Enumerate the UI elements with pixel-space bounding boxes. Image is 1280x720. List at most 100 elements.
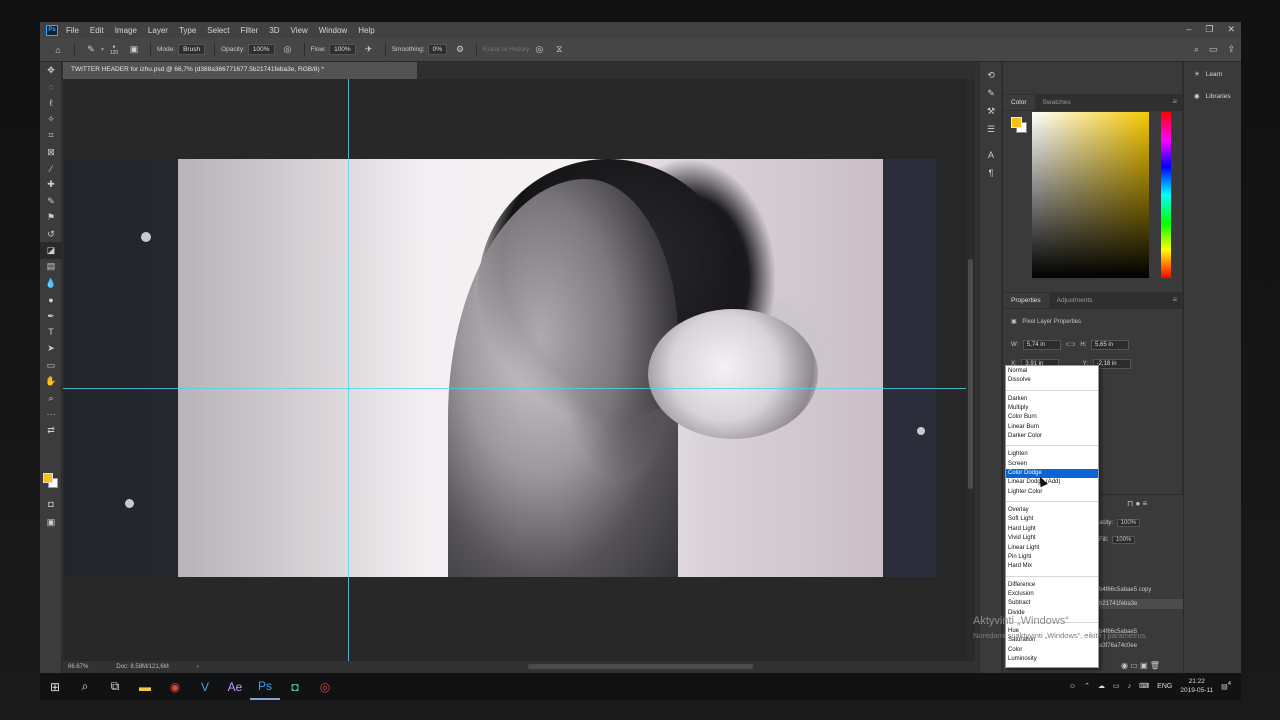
frame-tool-icon[interactable]: ⊠ (40, 144, 62, 160)
character-panel-icon[interactable]: A (980, 146, 1002, 164)
menu-select[interactable]: Select (207, 26, 229, 35)
blend-mode-option[interactable]: Linear Dodge (Add) (1006, 478, 1098, 487)
stamp-tool-icon[interactable]: ⚑ (40, 210, 62, 226)
panel-menu-icon[interactable]: ≡ (1172, 295, 1177, 304)
eraser-tool-icon[interactable]: ◪ (40, 242, 62, 259)
hue-slider[interactable] (1161, 112, 1171, 278)
blend-mode-option[interactable]: Darker Color (1006, 432, 1098, 441)
dodge-tool-icon[interactable]: ● (40, 291, 62, 307)
libraries-item[interactable]: ◉ Libraries (1184, 84, 1241, 106)
swap-colors-icon[interactable]: ⇄ (40, 423, 62, 439)
share-icon[interactable]: ⇪ (1227, 44, 1235, 55)
layer-filter-icons[interactable]: ⊓ ● ≡ (1127, 499, 1147, 508)
gear-icon[interactable]: ⚙ (454, 44, 466, 56)
notifications-icon[interactable]: ▤4 (1221, 681, 1231, 690)
network-icon[interactable]: ▭ (1113, 682, 1120, 690)
file-explorer-icon[interactable]: ▬ (130, 673, 160, 700)
brush-preset-icon[interactable]: ● 120 (108, 44, 120, 56)
healing-tool-icon[interactable]: ✚ (40, 177, 62, 193)
pen-tool-icon[interactable]: ✒ (40, 308, 62, 324)
symmetry-icon[interactable]: ⧖ (553, 44, 565, 56)
layer-row[interactable]: a3f76a74c0ee (1099, 643, 1137, 649)
restore-icon[interactable]: ❐ (1205, 24, 1213, 35)
keyboard-icon[interactable]: ⌨ (1139, 682, 1149, 690)
tab-swatches[interactable]: Swatches (1035, 95, 1079, 110)
blend-mode-option[interactable]: Multiply (1006, 404, 1098, 413)
menu-edit[interactable]: Edit (90, 26, 104, 35)
eyedropper-tool-icon[interactable]: ⁄ (40, 160, 62, 176)
mode-select[interactable]: Brush (178, 44, 206, 55)
blend-mode-option[interactable]: Screen (1006, 460, 1098, 469)
move-tool-icon[interactable]: ✥ (40, 62, 62, 78)
menu-window[interactable]: Window (319, 26, 347, 35)
blend-mode-option[interactable]: Color Burn (1006, 413, 1098, 422)
close-icon[interactable]: ✕ (1227, 24, 1235, 35)
cloud-icon[interactable]: ☁ (1098, 682, 1105, 690)
blend-mode-option[interactable]: Hard Mix (1006, 562, 1098, 571)
canvas-area[interactable] (63, 79, 966, 661)
smoothing-field[interactable]: 0% (427, 44, 447, 55)
link-icon[interactable]: ⊂⊃ (1066, 342, 1076, 348)
brush-panel-icon[interactable]: ▣ (128, 44, 140, 56)
artboard[interactable] (64, 159, 936, 577)
blend-mode-option[interactable]: Hard Light (1006, 525, 1098, 534)
blend-mode-option[interactable]: Exclusion (1006, 590, 1098, 599)
opacity-field[interactable]: 100% (247, 44, 275, 55)
menu-help[interactable]: Help (358, 26, 374, 35)
blend-mode-option[interactable]: Lighter Color (1006, 488, 1098, 497)
blend-mode-option[interactable]: Pin Light (1006, 553, 1098, 562)
paragraph-panel-icon[interactable]: ¶ (980, 164, 1002, 182)
blend-mode-option[interactable]: Soft Light (1006, 515, 1098, 524)
blend-mode-option[interactable]: Dissolve (1006, 376, 1098, 385)
blur-tool-icon[interactable]: 💧 (40, 275, 62, 291)
horizontal-scrollbar[interactable] (528, 664, 753, 669)
after-effects-icon[interactable]: Ae (220, 673, 250, 700)
search-icon[interactable]: ⌕ (70, 673, 100, 700)
quick-select-tool-icon[interactable]: ✧ (40, 111, 62, 127)
blend-mode-option[interactable]: Lighten (1006, 450, 1098, 459)
flow-field[interactable]: 100% (329, 44, 356, 55)
search-icon[interactable]: ⌕ (1194, 44, 1199, 55)
blend-mode-option[interactable]: Luminosity (1006, 655, 1098, 664)
blend-mode-option[interactable]: Linear Light (1006, 544, 1098, 553)
color-field[interactable] (1032, 112, 1149, 278)
vertical-guide[interactable] (348, 79, 349, 661)
clock[interactable]: 21:22 2019-05-11 (1180, 677, 1213, 695)
blend-mode-option[interactable]: Color Dodge (1006, 469, 1098, 479)
height-field[interactable]: 5,65 in (1090, 340, 1129, 350)
layer-fill-field[interactable]: 100% (1112, 536, 1136, 544)
vertical-scrollbar[interactable] (966, 79, 975, 661)
erase-to-history-checkbox[interactable]: Erase to History (483, 46, 529, 53)
status-arrow-icon[interactable]: › (197, 664, 199, 670)
brushes-panel-icon[interactable]: ✎ (980, 84, 1002, 102)
blend-mode-option[interactable]: Vivid Light (1006, 534, 1098, 543)
blend-mode-option[interactable]: Subtract (1006, 599, 1098, 608)
zoom-tool-icon[interactable]: ⌕ (40, 390, 62, 406)
tray-chevron-icon[interactable]: ⌃ (1084, 682, 1090, 690)
brush-tool-icon[interactable]: ✎ (40, 193, 62, 209)
language-indicator[interactable]: ENG (1157, 683, 1172, 690)
menu-type[interactable]: Type (179, 26, 196, 35)
pressure-opacity-icon[interactable]: ◎ (282, 44, 294, 56)
history-panel-icon[interactable]: ⟲ (980, 66, 1002, 84)
workspace-icon[interactable]: ▭ (1209, 44, 1218, 55)
adjustments-panel-icon[interactable]: ⚒ (980, 102, 1002, 120)
game-app-icon[interactable]: ◘ (280, 673, 310, 700)
blend-mode-option[interactable]: Overlay (1006, 506, 1098, 515)
menu-view[interactable]: View (291, 26, 308, 35)
menu-filter[interactable]: Filter (241, 26, 259, 35)
zoom-level[interactable]: 66.67% (68, 664, 88, 670)
panel-menu-icon[interactable]: ≡ (1172, 97, 1177, 106)
vegas-icon[interactable]: V (190, 673, 220, 700)
blend-mode-option[interactable]: Difference (1006, 581, 1098, 590)
home-icon[interactable]: ⌂ (52, 44, 64, 56)
screen-mode-icon[interactable]: ▣ (40, 514, 62, 530)
recorder-icon[interactable]: ◎ (310, 673, 340, 700)
layer-actions-icons[interactable]: ◉ ▭ ▣ 🗑 (1121, 661, 1160, 670)
blend-mode-option[interactable]: Darken (1006, 395, 1098, 404)
hand-tool-icon[interactable]: ✋ (40, 373, 62, 389)
task-view-icon[interactable]: ⧉ (100, 673, 130, 700)
tab-color[interactable]: Color (1003, 95, 1035, 110)
width-field[interactable]: 5,74 in (1022, 340, 1061, 350)
menu-file[interactable]: File (66, 26, 79, 35)
